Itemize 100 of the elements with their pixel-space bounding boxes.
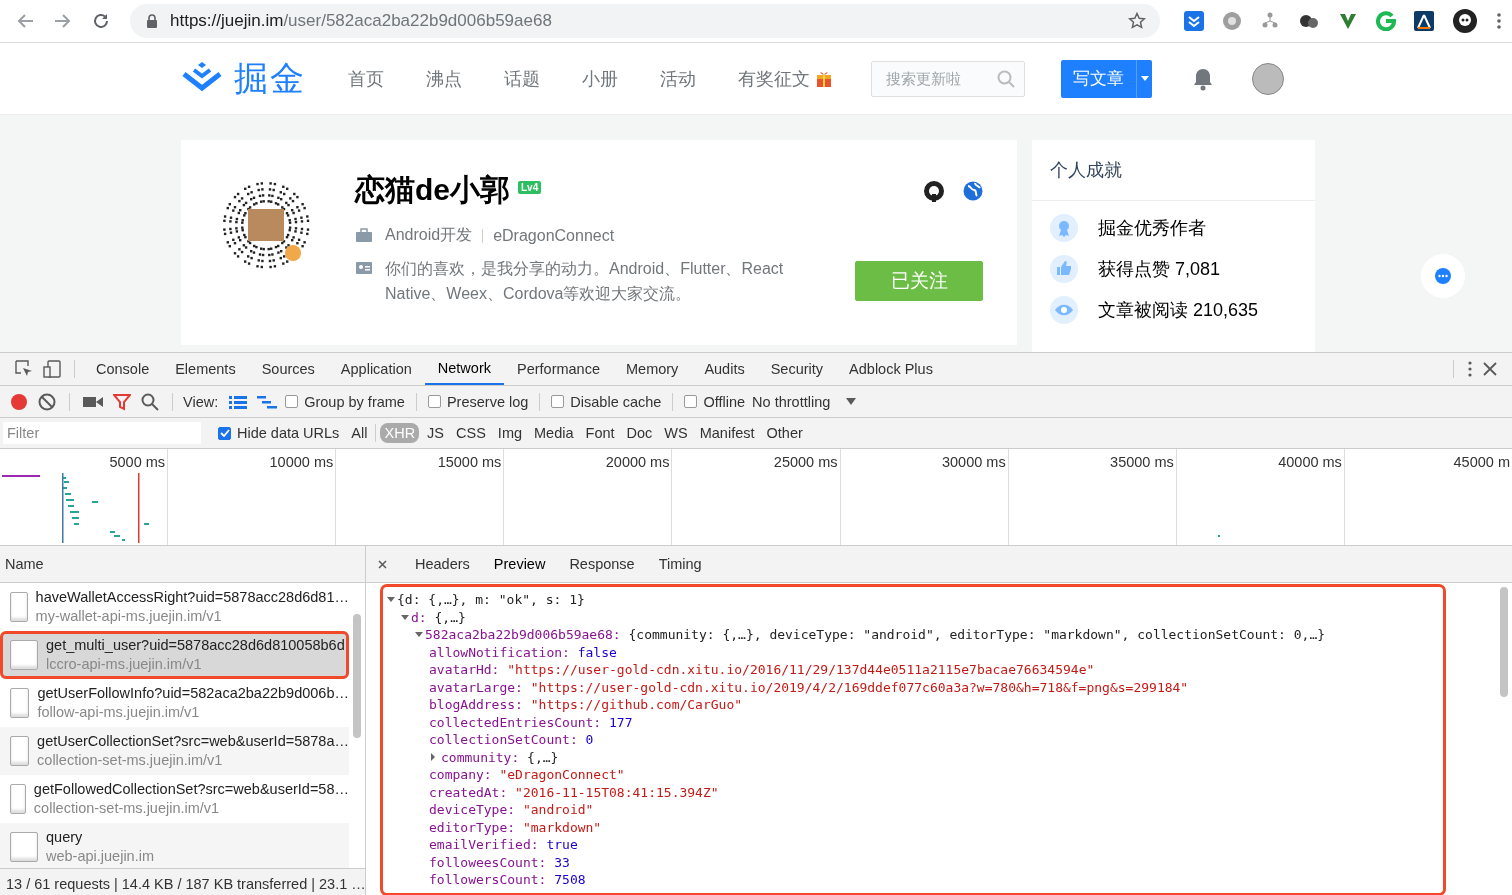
more-vertical-icon[interactable]: [1496, 12, 1502, 30]
nav-link[interactable]: 话题: [504, 66, 540, 91]
ring-logo-icon[interactable]: [1376, 11, 1396, 31]
nav-link[interactable]: 有奖征文: [738, 66, 832, 91]
detail-tab[interactable]: Headers: [403, 546, 482, 582]
type-filter-button[interactable]: Other: [762, 423, 807, 443]
medal-icon: [1050, 214, 1078, 242]
timeline-tick-label: 40000 ms: [1278, 454, 1342, 470]
disclosure-triangle-icon[interactable]: [431, 753, 435, 762]
clear-icon[interactable]: [38, 392, 56, 411]
request-row[interactable]: query web-api.juejin.im: [0, 822, 349, 869]
devtools-tab[interactable]: Application: [327, 353, 425, 385]
json-property: followersCount: 7508: [429, 872, 586, 888]
reload-icon[interactable]: [92, 12, 110, 30]
devtools-tab[interactable]: Adblock Plus: [836, 353, 946, 385]
throttling-dropdown[interactable]: No throttling: [752, 393, 857, 410]
record-button-icon[interactable]: [10, 392, 28, 411]
more-vertical-icon[interactable]: [1467, 361, 1473, 377]
detail-tab[interactable]: Preview: [481, 546, 558, 582]
logo-text[interactable]: 掘金: [234, 55, 306, 102]
devtools-tab[interactable]: Sources: [248, 353, 328, 385]
globe-icon[interactable]: [963, 180, 983, 201]
devtools-tab[interactable]: Elements: [162, 353, 249, 385]
json-object: {d: {,…}, m: "ok", s: 1}: [397, 592, 585, 608]
back-arrow-icon[interactable]: [16, 13, 34, 29]
devtools-tab[interactable]: Audits: [691, 353, 758, 385]
type-filter-button[interactable]: Font: [581, 423, 619, 443]
checkbox-option[interactable]: Offline: [684, 393, 746, 410]
avatar-circle[interactable]: [1252, 62, 1284, 95]
search-icon: [997, 69, 1015, 88]
gift-icon: [816, 69, 832, 88]
close-icon[interactable]: [378, 559, 387, 569]
request-name: getUserFollowInfo?uid=582aca2ba22b9d006b…: [37, 685, 349, 702]
type-filter-button[interactable]: WS: [660, 423, 692, 443]
checkbox-option[interactable]: Group by frame: [285, 393, 405, 410]
detail-tab[interactable]: Timing: [646, 546, 714, 582]
skull-avatar-icon[interactable]: [1452, 8, 1478, 34]
filter-icon[interactable]: [113, 392, 131, 411]
nav-link[interactable]: 首页: [348, 66, 384, 91]
nav-link[interactable]: 活动: [660, 66, 696, 91]
devtools-tab[interactable]: Memory: [613, 353, 692, 385]
eye-icon: [1050, 296, 1078, 324]
inspect-cursor-icon[interactable]: [15, 360, 33, 378]
disclosure-triangle-icon[interactable]: [415, 632, 423, 638]
address-bar[interactable]: https://juejin.im/user/582aca2ba22b9d006b59ae68: [130, 4, 1160, 38]
devtools-tab[interactable]: Security: [757, 353, 837, 385]
request-host: collection-set-ms.juejin.im/v1: [33, 800, 221, 817]
type-filter-button[interactable]: All: [347, 423, 372, 443]
devtools-tab[interactable]: Console: [83, 353, 163, 385]
write-article-button[interactable]: 写文章: [1061, 59, 1136, 98]
nav-link[interactable]: 沸点: [426, 66, 462, 91]
type-filter-button[interactable]: Manifest: [695, 423, 759, 443]
detail-tab[interactable]: Response: [557, 546, 647, 582]
filter-field[interactable]: Filter: [3, 422, 201, 444]
nav-link[interactable]: 小册: [582, 66, 618, 91]
scrollbar-thumb[interactable]: [353, 614, 361, 738]
star-icon[interactable]: [1128, 12, 1146, 30]
briefcase-icon: [355, 228, 373, 243]
request-row[interactable]: getUserCollectionSet?src=web&userId=5878a… collection-set-ms.juejin.im/v1: [0, 726, 349, 775]
search-icon[interactable]: [141, 392, 159, 411]
bell-icon[interactable]: [1192, 66, 1214, 91]
search-field[interactable]: 搜索更新啦: [871, 60, 1025, 97]
request-name: getFollowedCollectionSet?src=web&userId=58…: [33, 781, 349, 798]
scrollbar-thumb[interactable]: [1500, 587, 1508, 697]
card-title: 个人成就: [1032, 140, 1315, 201]
json-object: community: {,…}: [441, 749, 559, 765]
json-object: 582aca2ba22b9d006b59ae68: {community: {,…}, deviceType: "android", editorType: "markdown", collectionSetCount: 0,…}: [425, 627, 1326, 643]
json-property: allowNotification: false: [429, 644, 617, 660]
checkbox-option[interactable]: Hide data URLs: [218, 425, 340, 441]
timeline-tick-label: 30000 ms: [941, 454, 1006, 470]
type-filter-button[interactable]: JS: [423, 423, 449, 443]
forward-arrow-icon[interactable]: [54, 13, 72, 29]
file-icon: [10, 735, 30, 766]
status-bar: 13 / 61 requests | 14.4 KB / 187 KB transferred | 23.1 …: [0, 868, 365, 895]
disclosure-triangle-icon[interactable]: [401, 614, 409, 620]
dropdown-button[interactable]: [1136, 59, 1152, 98]
disclosure-triangle-icon[interactable]: [387, 597, 395, 603]
achievement-text: 获得点赞 7,081: [1098, 258, 1221, 281]
devtools-tab[interactable]: Performance: [504, 353, 613, 385]
caret-icon: [846, 398, 857, 405]
checkbox-option[interactable]: Disable cache: [551, 393, 662, 410]
device-toolbar-icon[interactable]: [43, 360, 61, 378]
video-camera-icon[interactable]: [83, 394, 103, 409]
type-filter-button[interactable]: CSS: [452, 423, 490, 443]
close-icon[interactable]: [1483, 362, 1497, 376]
chevron-logo-icon[interactable]: [1338, 11, 1358, 31]
type-filter-button[interactable]: Media: [530, 423, 578, 443]
column-header[interactable]: Name: [0, 546, 365, 583]
waterfall-view-icon[interactable]: [257, 394, 278, 409]
type-filter-button[interactable]: Doc: [622, 423, 657, 443]
checkbox-option[interactable]: Preserve log: [427, 393, 529, 410]
type-filter-button[interactable]: Img: [493, 423, 527, 443]
json-property: blogAddress: "https://github.com/CarGuo": [429, 697, 743, 713]
list-view-icon[interactable]: [229, 394, 248, 409]
level-badge: Lv4: [518, 181, 542, 194]
json-property: avatarLarge: "https://user-gold-cdn.xitu.io/2019/4/2/169ddef077c60a3a?w=780&h=718&f=png&s=299184": [429, 679, 1189, 695]
request-name: get_multi_user?uid=5878acc28d6d810058b6d: [46, 637, 345, 654]
chat-bubble-button-icon[interactable]: [1420, 253, 1466, 299]
request-host: web-api.juejin.im: [46, 848, 154, 865]
request-row[interactable]: get_multi_user?uid=5878acc28d6d810058b6d lccro-api-ms.juejin.im/v1: [0, 630, 349, 679]
